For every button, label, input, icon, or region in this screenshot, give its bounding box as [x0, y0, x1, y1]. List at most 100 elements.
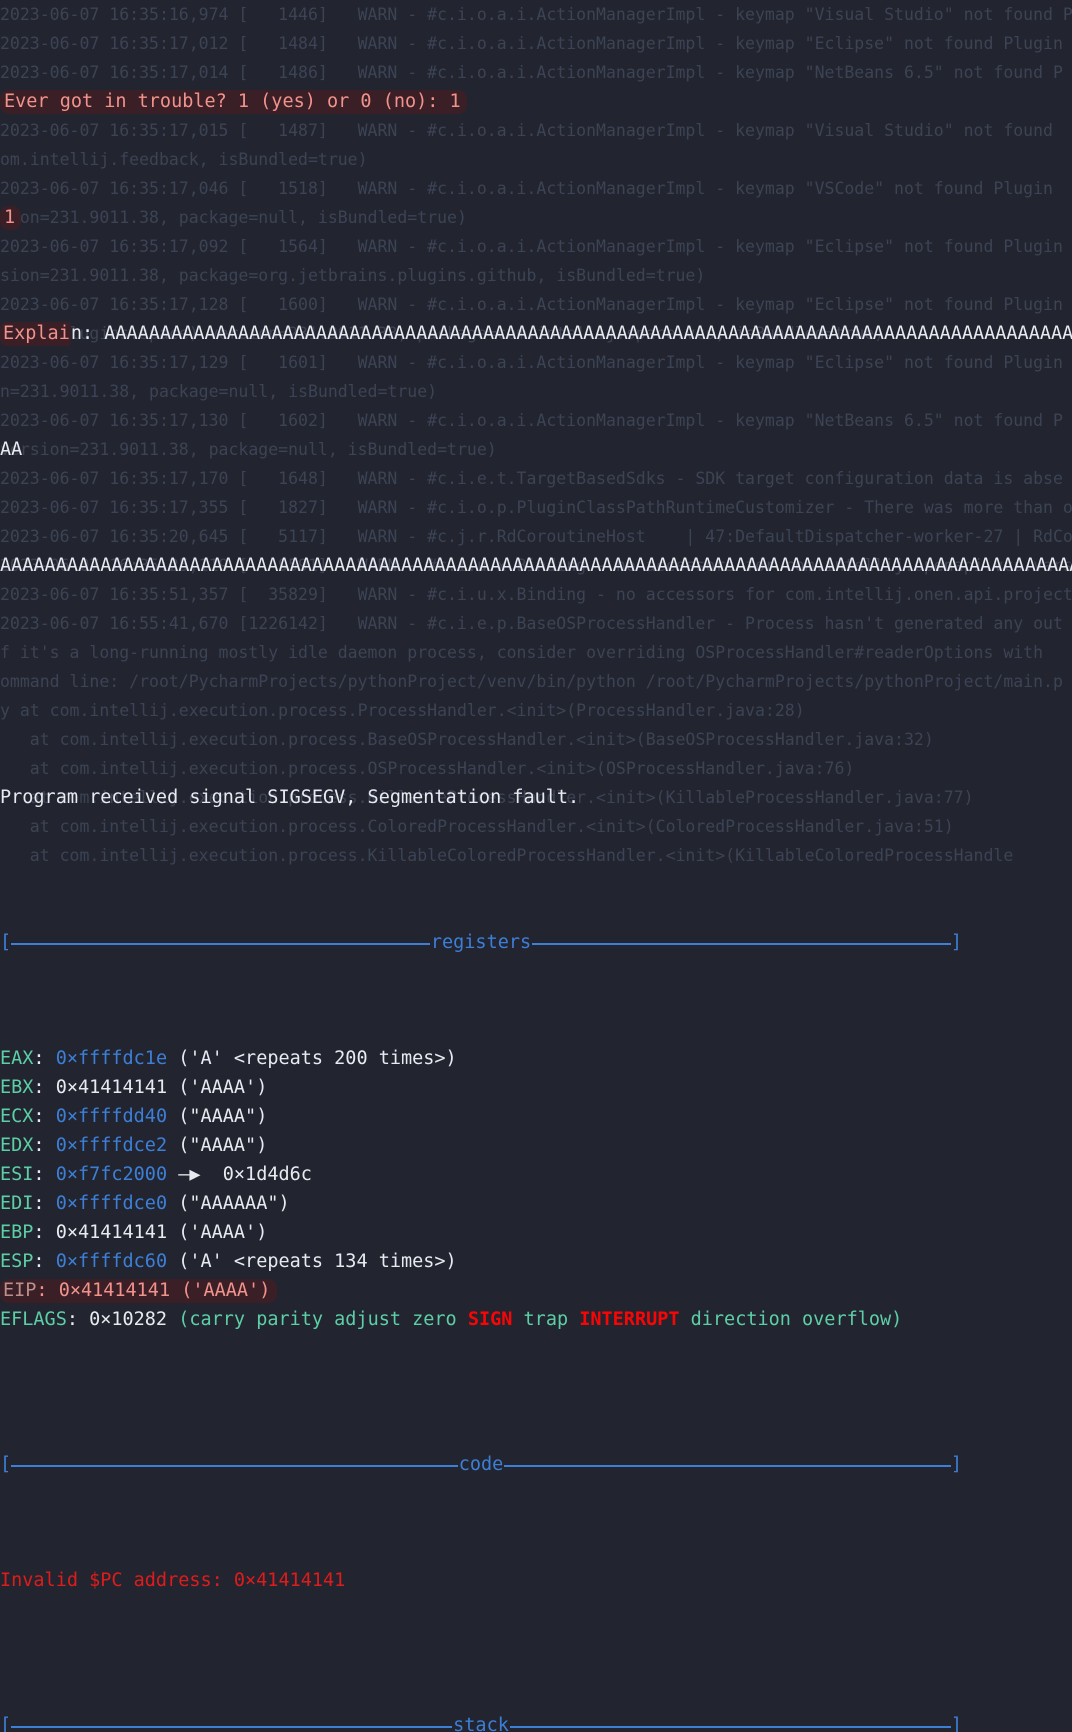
- register-row: EBP: 0×41414141 ('AAAA'): [0, 1218, 1072, 1247]
- eflag-space: [401, 1309, 412, 1330]
- register-separator: :: [33, 1077, 56, 1098]
- eflag-inactive: adjust: [334, 1309, 401, 1330]
- register-separator: :: [33, 1222, 56, 1243]
- bracket-open: [: [0, 1715, 12, 1732]
- bracket-close: ]: [950, 1715, 963, 1732]
- register-separator: :: [33, 1164, 56, 1185]
- register-name: EIP: [3, 1280, 37, 1301]
- eflag-space: [323, 1309, 334, 1330]
- eflag-inactive: trap: [523, 1309, 569, 1330]
- register-annotation: ("AAAA"): [167, 1135, 268, 1156]
- eflags-separator: :: [66, 1309, 90, 1330]
- register-value: 0×ffffdce2: [55, 1135, 168, 1156]
- eflags-value: 0×10282: [89, 1309, 179, 1330]
- eflag-space: [512, 1309, 523, 1330]
- registers-section-separator: [ registers ]: [0, 928, 1072, 957]
- eflag-inactive: direction: [690, 1309, 791, 1330]
- debugger-output: Ever got in trouble? 1 (yes) or 0 (no): …: [0, 0, 1072, 1732]
- terminal-window: 2023-06-07 16:35:16,974 [ 1446] WARN - #…: [0, 0, 1072, 1732]
- eflag-inactive: parity: [256, 1309, 324, 1330]
- code-body: Invalid $PC address: 0×41414141: [0, 1570, 346, 1591]
- register-value: 0×ffffdce0: [55, 1193, 168, 1214]
- register-name: EAX: [0, 1048, 34, 1069]
- register-separator: :: [33, 1048, 56, 1069]
- register-row: EIP: 0×41414141 ('AAAA'): [0, 1276, 1072, 1305]
- section-label-stack: stack: [453, 1715, 509, 1732]
- prompt-answer-echo: 1: [0, 206, 22, 230]
- eflag-space: [791, 1309, 802, 1330]
- register-value: 0×41414141: [55, 1077, 168, 1098]
- eflags-name: EFLAGS: [0, 1309, 67, 1330]
- explain-label: Explai: [0, 322, 71, 346]
- register-row: EDI: 0×ffffdce0 ("AAAAAA"): [0, 1189, 1072, 1218]
- eflag-space: [680, 1309, 691, 1330]
- bracket-open: [: [0, 1454, 12, 1475]
- register-annotation: ('AAAA'): [167, 1222, 268, 1243]
- register-annotation: ('AAAA'): [170, 1280, 271, 1301]
- bracket-close: ]: [950, 932, 962, 953]
- registers-list: EAX: 0×ffffdc1e ('A' <repeats 200 times>…: [0, 1044, 1072, 1334]
- eflags-row: EFLAGS: 0×10282 (carry parity adjust zer…: [0, 1305, 1072, 1334]
- register-value: 0×41414141: [55, 1222, 168, 1243]
- register-separator: :: [33, 1251, 56, 1272]
- register-row: EDX: 0×ffffdce2 ("AAAA"): [0, 1131, 1072, 1160]
- register-name: EBX: [0, 1077, 34, 1098]
- eflag-active: INTERRUPT: [579, 1309, 680, 1330]
- signal-message: Program received signal SIGSEGV, Segment…: [0, 787, 580, 808]
- register-row: ESI: 0×f7fc2000 —▶ 0×1d4d6c: [0, 1160, 1072, 1189]
- eflags-paren-close: ): [891, 1309, 903, 1330]
- register-value: 0×ffffdc1e: [55, 1048, 168, 1069]
- register-name: ESP: [0, 1251, 34, 1272]
- eflag-inactive: zero: [412, 1309, 457, 1330]
- prompt-question-line: Ever got in trouble? 1 (yes) or 0 (no): …: [0, 87, 1072, 116]
- bracket-close: ]: [950, 1454, 962, 1475]
- rule-left: [11, 1464, 458, 1467]
- register-separator: :: [33, 1193, 56, 1214]
- explain-line: Explain: AAAAAAAAAAAAAAAAAAAAAAAAAAAAAAA…: [0, 319, 1072, 348]
- rule-left: [11, 942, 430, 945]
- eflag-space: [457, 1309, 468, 1330]
- register-row: EBX: 0×41414141 ('AAAA'): [0, 1073, 1072, 1102]
- register-separator: :: [33, 1135, 56, 1156]
- register-annotation: ('AAAA'): [167, 1077, 268, 1098]
- register-name: EDI: [0, 1193, 34, 1214]
- stack-section-separator: [ stack ]: [0, 1711, 1072, 1732]
- register-value: 0×f7fc2000: [55, 1164, 168, 1185]
- register-separator: :: [33, 1106, 56, 1127]
- payload-line-3: AAAAAAAAAAAAAAAAAAAAAAAAAAAAAAAAAAAAAAAA…: [0, 555, 1072, 576]
- eflags-paren-open: (: [178, 1309, 190, 1330]
- register-annotation: —▶ 0×1d4d6c: [167, 1164, 312, 1185]
- register-name: EDX: [0, 1135, 34, 1156]
- register-annotation: ("AAAA"): [167, 1106, 268, 1127]
- eflag-space: [245, 1309, 256, 1330]
- section-label-registers: registers: [430, 932, 532, 953]
- section-label-code: code: [458, 1454, 504, 1475]
- eflag-inactive: overflow: [802, 1309, 892, 1330]
- register-annotation: ("AAAAAA"): [167, 1193, 290, 1214]
- payload-text-1: AAAAAAAAAAAAAAAAAAAAAAAAAAAAAAAAAAAAAAAA…: [104, 323, 1072, 344]
- register-annotation: ('A' <repeats 200 times>): [167, 1048, 457, 1069]
- prompt-answer-line: 1: [0, 203, 1072, 232]
- register-row: ESP: 0×ffffdc60 ('A' <repeats 134 times>…: [0, 1247, 1072, 1276]
- eflag-space: [568, 1309, 579, 1330]
- explain-label-rest: n:: [70, 323, 105, 344]
- register-name: ECX: [0, 1106, 34, 1127]
- payload-line-2: AA: [0, 439, 23, 460]
- register-value: 0×41414141: [58, 1280, 171, 1301]
- register-annotation: ('A' <repeats 134 times>): [167, 1251, 457, 1272]
- register-name: ESI: [0, 1164, 34, 1185]
- rule-right: [509, 1725, 951, 1728]
- rule-right: [532, 942, 951, 945]
- rule-right: [504, 1464, 951, 1467]
- register-value: 0×ffffdd40: [55, 1106, 168, 1127]
- register-name: EBP: [0, 1222, 34, 1243]
- rule-left: [11, 1725, 453, 1728]
- prompt-question: Ever got in trouble? 1 (yes) or 0 (no): …: [0, 90, 467, 114]
- register-value: 0×ffffdc60: [55, 1251, 168, 1272]
- bracket-open: [: [0, 932, 12, 953]
- eflag-inactive: carry: [189, 1309, 246, 1330]
- code-section-separator: [ code ]: [0, 1450, 1072, 1479]
- register-row: ECX: 0×ffffdd40 ("AAAA"): [0, 1102, 1072, 1131]
- eflag-active: SIGN: [467, 1309, 513, 1330]
